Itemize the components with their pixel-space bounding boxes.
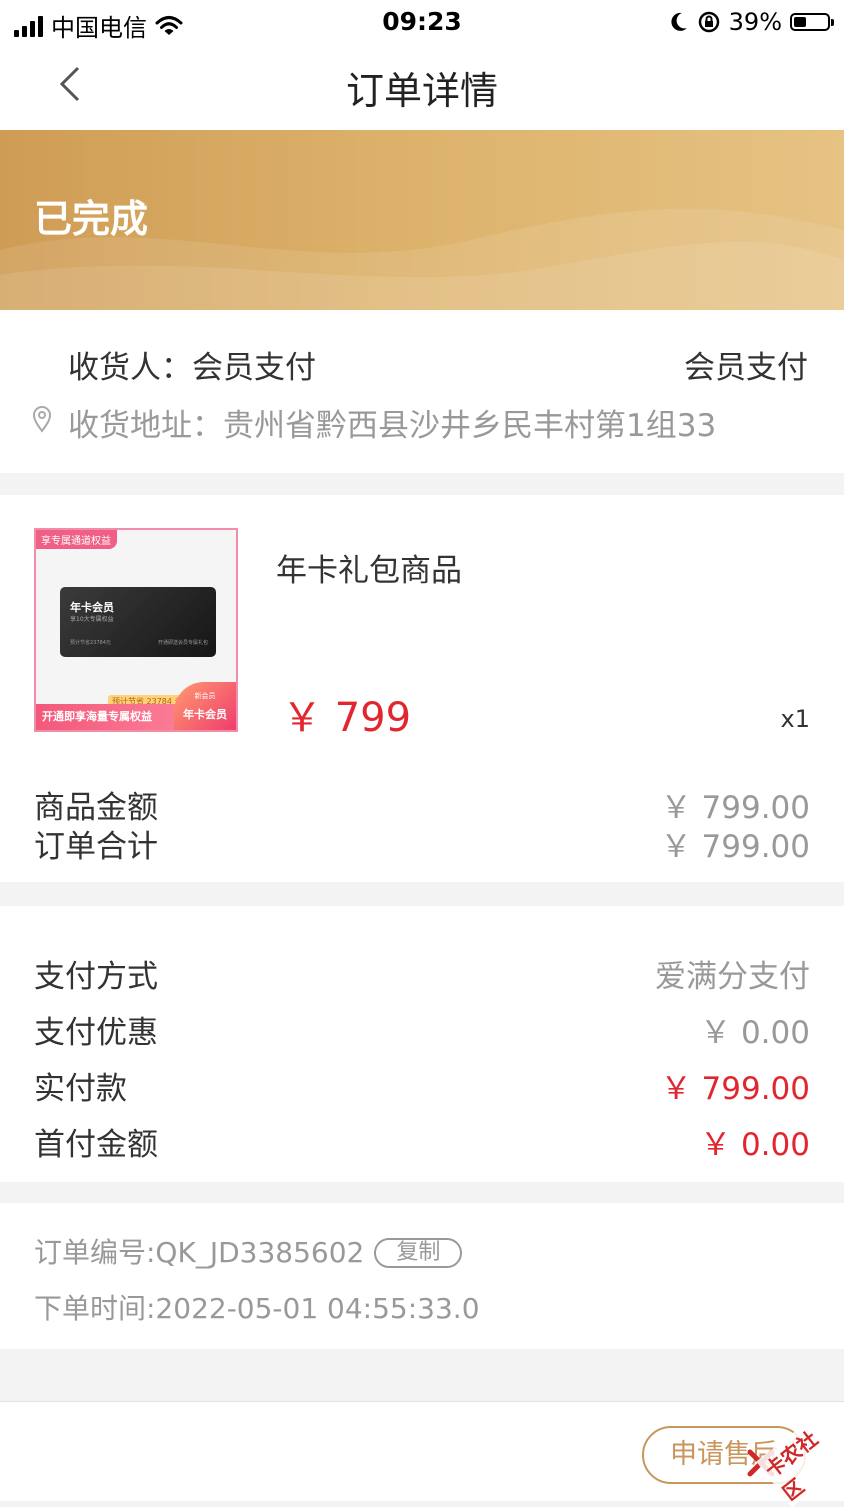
page-title: 订单详情 (345, 69, 498, 113)
down-payment-value: ￥ 0.00 (700, 1127, 810, 1163)
order-total-value: ￥ 799.00 (660, 829, 810, 865)
down-payment-label: 首付金额 (34, 1127, 158, 1163)
thumbnail-card-subtitle: 享10大专属权益 (70, 616, 114, 623)
watermark-stamp: 卡农社区 (746, 1410, 844, 1507)
status-bar: 中国电信 09:23 39% (0, 0, 844, 44)
thumbnail-badge-label: 年卡会员 (183, 708, 227, 721)
thumbnail-badge: 新会员 年卡会员 (174, 682, 236, 730)
thumbnail-bottom-text: 开通即享海量专属权益 (42, 710, 152, 723)
thumbnail-tag: 享专属通道权益 (36, 530, 117, 549)
rotation-lock-icon (698, 11, 719, 33)
order-number: 订单编号:QK_JD3385602 (34, 1236, 365, 1269)
amount-paid-label: 实付款 (34, 1071, 127, 1107)
order-number-row: 订单编号:QK_JD3385602 复制 (34, 1231, 463, 1271)
payment-method-value: 爱满分支付 (655, 959, 810, 995)
battery-icon (790, 13, 834, 31)
order-info-card: 订单编号:QK_JD3385602 复制 下单时间:2022-05-01 04:5… (0, 1203, 844, 1349)
thumbnail-badge-top: 新会员 (194, 692, 216, 700)
recipient-name: 收货人：会员支付 (68, 350, 316, 386)
product-card: 享专属通道权益 年卡会员 享10大专属权益 预计节省23784元 开通即送会员专… (0, 495, 844, 882)
bottom-action-bar: 申请售后 (0, 1401, 844, 1501)
product-quantity: x1 (780, 705, 810, 733)
thumbnail-card-title: 年卡会员 (70, 601, 114, 614)
membership-card-image: 年卡会员 享10大专属权益 预计节省23784元 开通即送会员专属礼包 (60, 587, 216, 657)
payment-discount-label: 支付优惠 (34, 1015, 158, 1051)
address-card: 收货人：会员支付 会员支付 收货地址：贵州省黔西县沙井乡民丰村第1组33 (0, 310, 844, 473)
shipping-address: 收货地址：贵州省黔西县沙井乡民丰村第1组33 (68, 408, 717, 444)
moon-icon (671, 12, 687, 31)
order-total-label: 订单合计 (34, 829, 158, 865)
status-bar-right: 39% (669, 8, 834, 36)
product-name[interactable]: 年卡礼包商品 (276, 545, 462, 590)
product-thumbnail[interactable]: 享专属通道权益 年卡会员 享10大专属权益 预计节省23784元 开通即送会员专… (34, 528, 238, 732)
nav-bar: 订单详情 (0, 44, 844, 130)
thumbnail-card-note-right: 开通即送会员专属礼包 (157, 640, 208, 646)
order-time: 下单时间:2022-05-01 04:55:33.0 (34, 1292, 480, 1325)
battery-level (794, 17, 806, 27)
product-price: ￥ 799 (282, 695, 412, 741)
payment-card: 支付方式 爱满分支付 支付优惠 ￥ 0.00 实付款 ￥ 799.00 首付金额… (0, 906, 844, 1182)
thumbnail-card-note: 预计节省23784元 (70, 640, 111, 646)
payment-discount-value: ￥ 0.00 (700, 1015, 810, 1051)
location-pin-icon (32, 406, 52, 433)
amount-paid-value: ￥ 799.00 (660, 1071, 810, 1107)
battery-percent: 39% (728, 8, 782, 36)
payment-method-label: 支付方式 (34, 959, 158, 995)
recipient-phone: 会员支付 (684, 350, 808, 386)
order-status-label: 已完成 (34, 197, 149, 241)
copy-button[interactable]: 复制 (374, 1238, 463, 1268)
order-status-banner: 已完成 (0, 130, 844, 310)
